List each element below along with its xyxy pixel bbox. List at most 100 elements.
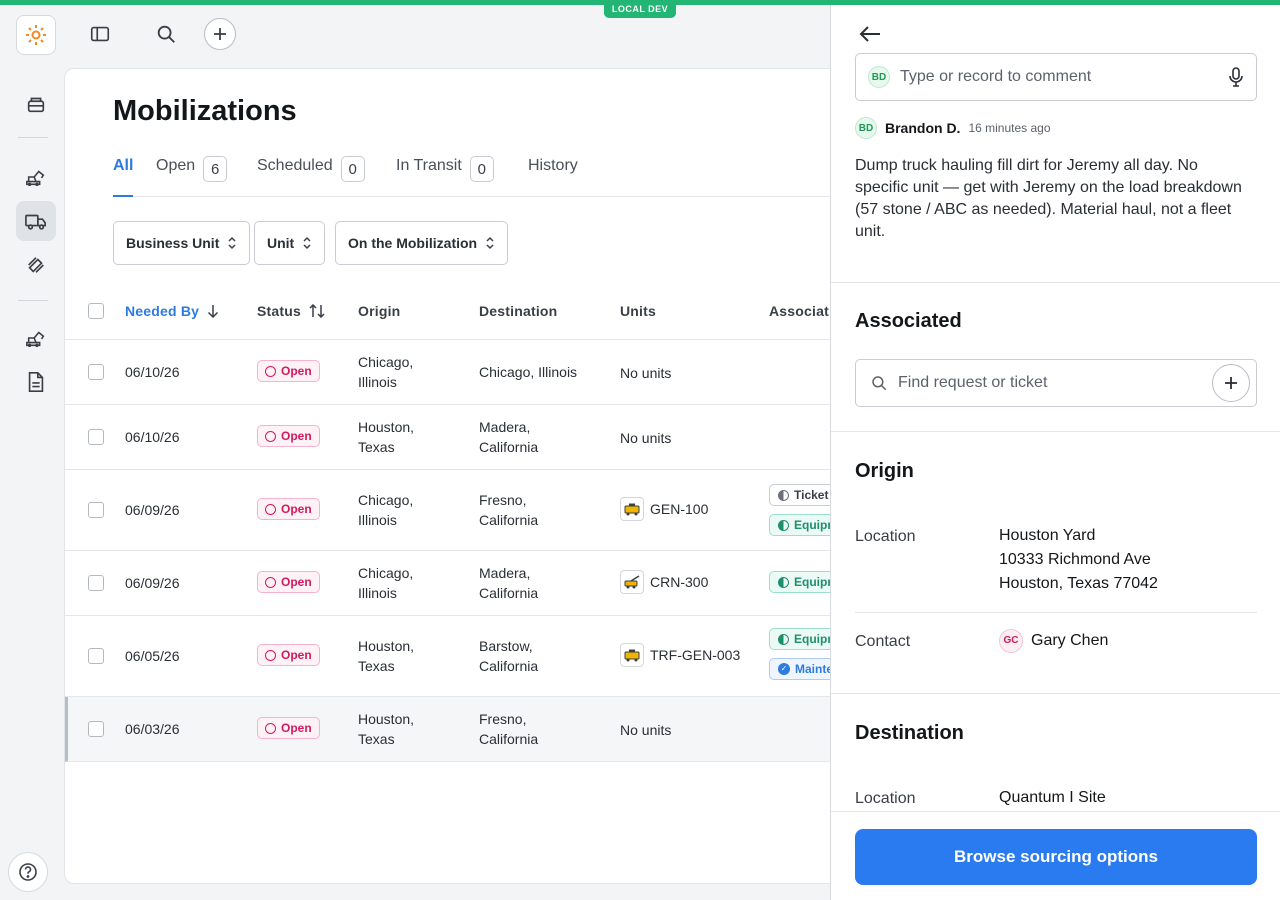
origin-line: Houston, — [358, 638, 415, 654]
destination-location: Quantum I Site — [999, 789, 1106, 806]
search-button[interactable] — [150, 18, 182, 50]
browse-sourcing-options-button[interactable]: Browse sourcing options — [855, 829, 1257, 885]
nav-rail — [0, 63, 64, 900]
unit-code: CRN-300 — [650, 574, 709, 590]
app-logo[interactable] — [16, 15, 56, 55]
status-badge: Open — [257, 360, 320, 382]
nav-equipment[interactable] — [16, 157, 56, 197]
row-checkbox[interactable] — [88, 364, 104, 380]
status-label: Open — [281, 364, 312, 378]
origin-line: Chicago, — [358, 492, 414, 508]
origin-title: Origin — [855, 460, 914, 482]
section-divider — [831, 693, 1280, 694]
row-checkbox[interactable] — [88, 721, 104, 737]
nav-mobilizations[interactable] — [16, 201, 56, 241]
nav-fleet[interactable] — [16, 318, 56, 358]
nav-divider — [18, 137, 48, 138]
add-association-button[interactable] — [1212, 364, 1250, 402]
unit-link[interactable]: GEN-100 — [620, 497, 708, 521]
column-label: Associat — [769, 303, 829, 319]
search-icon — [872, 376, 887, 391]
row-checkbox[interactable] — [88, 648, 104, 664]
column-origin[interactable]: Origin — [358, 303, 400, 319]
table-row[interactable]: 06/09/26 Open Chicago, Illinois Madera, Ca… — [65, 551, 863, 616]
tab-open[interactable]: Open 6 — [156, 153, 228, 197]
tab-in-transit[interactable]: In Transit 0 — [396, 153, 494, 197]
column-label: Destination — [479, 303, 558, 319]
open-circle-icon — [265, 365, 276, 377]
origin-location-line: Houston, Texas 77042 — [999, 575, 1158, 592]
tab-count: 0 — [469, 156, 494, 182]
unit-link[interactable]: CRN-300 — [620, 570, 708, 594]
row-checkbox[interactable] — [88, 502, 104, 518]
status-badge: Open — [257, 498, 320, 520]
origin-line: Houston, — [358, 419, 415, 435]
tab-history[interactable]: History — [528, 153, 578, 197]
nav-inventory[interactable] — [16, 84, 56, 124]
column-units[interactable]: Units — [620, 303, 656, 319]
table-row[interactable]: 06/10/26 Open Chicago, Illinois Chicago, … — [65, 340, 863, 405]
needed-by: 06/09/26 — [125, 575, 180, 591]
table-row[interactable]: 06/05/26 Open Houston, Texas Barstow, Cali… — [65, 616, 863, 697]
find-request-input[interactable] — [898, 374, 1212, 392]
origin-line: Houston, — [358, 711, 415, 727]
tab-scheduled[interactable]: Scheduled 0 — [257, 153, 365, 197]
comment-time: 16 minutes ago — [968, 121, 1051, 135]
sidebar-toggle-button[interactable] — [84, 18, 116, 50]
unit-link[interactable]: TRF-GEN-003 — [620, 643, 740, 667]
origin-line: Illinois — [358, 374, 397, 390]
column-status[interactable]: Status — [257, 303, 325, 319]
filter-business-unit[interactable]: Business Unit — [113, 221, 251, 265]
gear-logo-icon — [26, 25, 46, 45]
associated-ticket-badge[interactable]: Ticket — [769, 484, 838, 506]
tab-all[interactable]: All — [113, 153, 134, 197]
destination-line: California — [479, 658, 539, 674]
filter-unit[interactable]: Unit — [254, 221, 326, 265]
table-row[interactable]: 06/09/26 Open Chicago, Illinois Fresno, Ca… — [65, 470, 863, 551]
section-divider — [831, 431, 1280, 432]
contact-name: Gary Chen — [1031, 632, 1109, 649]
column-label: Needed By — [125, 303, 200, 319]
unit-code: GEN-100 — [650, 501, 709, 517]
filter-label: On the Mobilization — [348, 235, 478, 251]
excavator-icon — [26, 331, 45, 348]
origin-location-line: Houston Yard — [999, 527, 1096, 544]
select-all-checkbox[interactable] — [88, 303, 104, 319]
status-label: Open — [281, 575, 312, 589]
comment-author: Brandon D. — [885, 120, 961, 136]
column-destination[interactable]: Destination — [479, 303, 557, 319]
section-divider — [831, 282, 1280, 283]
help-icon — [19, 863, 37, 881]
create-button[interactable] — [204, 18, 236, 50]
column-needed-by[interactable]: Needed By — [125, 303, 219, 319]
comment-input-box[interactable]: BD — [855, 53, 1257, 101]
table-row[interactable]: 06/10/26 Open Houston, Texas Madera, Calif… — [65, 405, 863, 470]
column-associated[interactable]: Associat — [769, 303, 829, 319]
table-row-selected[interactable]: 06/03/26 Open Houston, Texas Fresno, Calif… — [65, 697, 863, 762]
filter-on-mobilization[interactable]: On the Mobilization — [335, 221, 509, 265]
help-button[interactable] — [8, 852, 48, 892]
nav-documents[interactable] — [16, 362, 56, 402]
chevron-up-down-icon — [228, 236, 236, 250]
comment-input[interactable] — [900, 68, 1228, 86]
arrow-left-icon — [859, 26, 880, 42]
tab-count: 6 — [203, 156, 228, 182]
open-circle-icon — [265, 430, 276, 442]
column-label: Units — [620, 303, 656, 319]
nav-maintenance[interactable] — [16, 245, 56, 285]
filter-label: Unit — [267, 235, 295, 251]
excavator-icon — [26, 170, 45, 187]
avatar: GC — [999, 629, 1023, 653]
origin-contact[interactable]: GC Gary Chen — [999, 629, 1108, 653]
status-badge: Open — [257, 571, 320, 593]
tab-label: Open — [156, 157, 196, 174]
badge-label: Ticket — [794, 488, 829, 502]
row-checkbox[interactable] — [88, 575, 104, 591]
open-circle-icon — [265, 649, 276, 661]
needed-by: 06/03/26 — [125, 721, 180, 737]
back-button[interactable] — [855, 19, 885, 49]
row-checkbox[interactable] — [88, 429, 104, 445]
open-circle-icon — [265, 722, 276, 734]
sidebar-icon — [90, 26, 110, 42]
destination-title: Destination — [855, 722, 964, 744]
